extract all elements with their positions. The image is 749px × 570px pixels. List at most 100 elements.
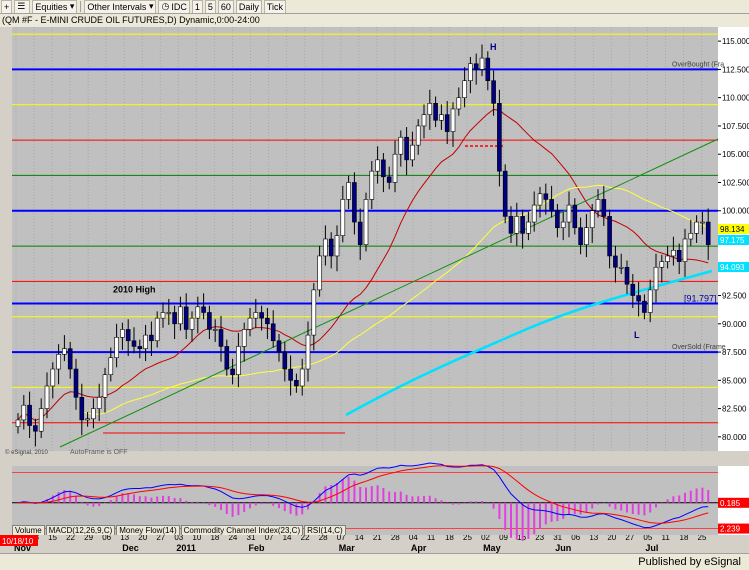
intervals-dropdown[interactable]: Other Intervals ▾ (84, 0, 157, 13)
y-tick-label: 110.000 (722, 94, 749, 103)
candle-up (560, 221, 566, 228)
candle-down (265, 317, 270, 325)
candle-up (311, 289, 317, 336)
candle-up (340, 199, 346, 236)
candle-down (636, 295, 641, 302)
candle-up (96, 396, 102, 409)
tab-cci[interactable]: Commodity Channel Index(23,C) (180, 525, 304, 535)
candle-up (241, 329, 247, 347)
candle-up (160, 312, 166, 319)
candle-up (21, 404, 27, 421)
candle-up (323, 238, 328, 257)
x-month-label: Jul (645, 543, 658, 553)
candle-down (549, 199, 554, 212)
candle-down (27, 404, 32, 426)
candle-down (207, 312, 212, 330)
toolbar: + ☰ Equities ▾ Other Intervals ▾ ◷ IDC 1 … (0, 0, 749, 14)
candle-down (201, 306, 206, 313)
candle-down (352, 182, 357, 223)
macd-badge-label: 0.185 (720, 499, 741, 508)
y-tick-label: 82.500 (722, 405, 747, 414)
candle-down (125, 329, 131, 342)
interval-1-button[interactable]: 1 (191, 0, 203, 13)
candle-down (473, 63, 479, 70)
candle-down (642, 300, 647, 313)
candle-up (688, 233, 694, 240)
candle-up (334, 235, 340, 257)
price-badge-label: 98.134 (720, 225, 745, 234)
candle-down (259, 312, 264, 319)
candle-down (601, 199, 607, 217)
macd-band-badge-label: 2.239 (720, 525, 741, 534)
candle-down (357, 221, 363, 245)
interval-tick-button[interactable]: Tick (263, 0, 287, 13)
tab-money-flow[interactable]: Money Flow(14) (116, 525, 180, 535)
candle-up (415, 125, 421, 146)
candle-down (520, 216, 525, 234)
candle-down (218, 329, 224, 347)
interval-5-button[interactable]: 5 (204, 0, 216, 13)
candle-down (67, 348, 73, 370)
candle-down (485, 57, 491, 82)
y-tick-label: 107.500 (722, 122, 749, 131)
candle-up (665, 255, 670, 262)
candle-down (230, 368, 235, 375)
candle-up (526, 221, 531, 234)
candle-up (456, 97, 462, 110)
intervals-label: Other Intervals (87, 1, 147, 12)
candle-down (149, 334, 154, 342)
candle-up (363, 199, 369, 245)
candle-up (694, 221, 699, 234)
candle-down (137, 346, 143, 349)
candle-up (375, 159, 380, 172)
candle-up (537, 193, 543, 206)
candle-up (468, 63, 473, 82)
candle-up (253, 312, 259, 319)
publisher-text: Published by eSignal (638, 556, 741, 568)
candle-down (131, 340, 137, 347)
candle-up (56, 354, 61, 370)
candle-up (236, 346, 241, 375)
candle-down (433, 103, 438, 121)
level-label: [91.797] (684, 293, 717, 303)
tab-volume[interactable]: Volume (12, 525, 45, 535)
candle-down (508, 216, 514, 234)
candle-down (183, 306, 189, 330)
chart-title: (QM #F - E-MINI CRUDE OIL FUTURES,D) Dyn… (0, 14, 749, 27)
candle-up (410, 144, 415, 161)
date-box-label: 10/18/10 (2, 537, 34, 546)
candle-down (172, 312, 177, 325)
tab-macd[interactable]: MACD(12,26,9,C) (45, 525, 116, 535)
candle-up (398, 136, 404, 155)
annotation-copyright: © eSignal, 2010 (5, 449, 48, 456)
equities-dropdown[interactable]: Equities ▾ (32, 0, 78, 13)
candle-up (247, 317, 253, 330)
price-chart[interactable]: 0108152229061320270310182431071422280714… (0, 14, 749, 553)
interval-daily-button[interactable]: Daily (235, 0, 262, 13)
candle-up (346, 182, 351, 200)
level-label: OverSold (Frame (672, 344, 726, 351)
tab-rsi[interactable]: RSI(14,C) (304, 525, 346, 535)
interval-60-button[interactable]: 60 (217, 0, 234, 13)
price-badge-label: 97.175 (720, 236, 745, 245)
candle-up (671, 250, 676, 257)
y-tick-label: 112.500 (722, 65, 749, 74)
symbol-list-button[interactable]: ☰ (14, 0, 31, 13)
separator (80, 1, 82, 12)
candle-up (195, 306, 201, 319)
candle-up (299, 368, 305, 387)
y-tick-label: 87.500 (722, 348, 747, 357)
idc-button[interactable]: ◷ IDC (158, 0, 190, 13)
candle-up (369, 170, 375, 200)
candle-up (392, 153, 398, 183)
price-badge-label: 94.093 (720, 263, 745, 272)
candle-up (479, 57, 485, 70)
candle-down (79, 396, 85, 421)
y-tick-label: 92.500 (722, 292, 747, 301)
candle-up (44, 385, 50, 409)
candle-up (143, 334, 148, 349)
candle-down (444, 114, 450, 132)
idc-label: IDC (171, 1, 187, 12)
candle-up (700, 221, 705, 224)
new-chart-button[interactable]: + (1, 0, 13, 13)
